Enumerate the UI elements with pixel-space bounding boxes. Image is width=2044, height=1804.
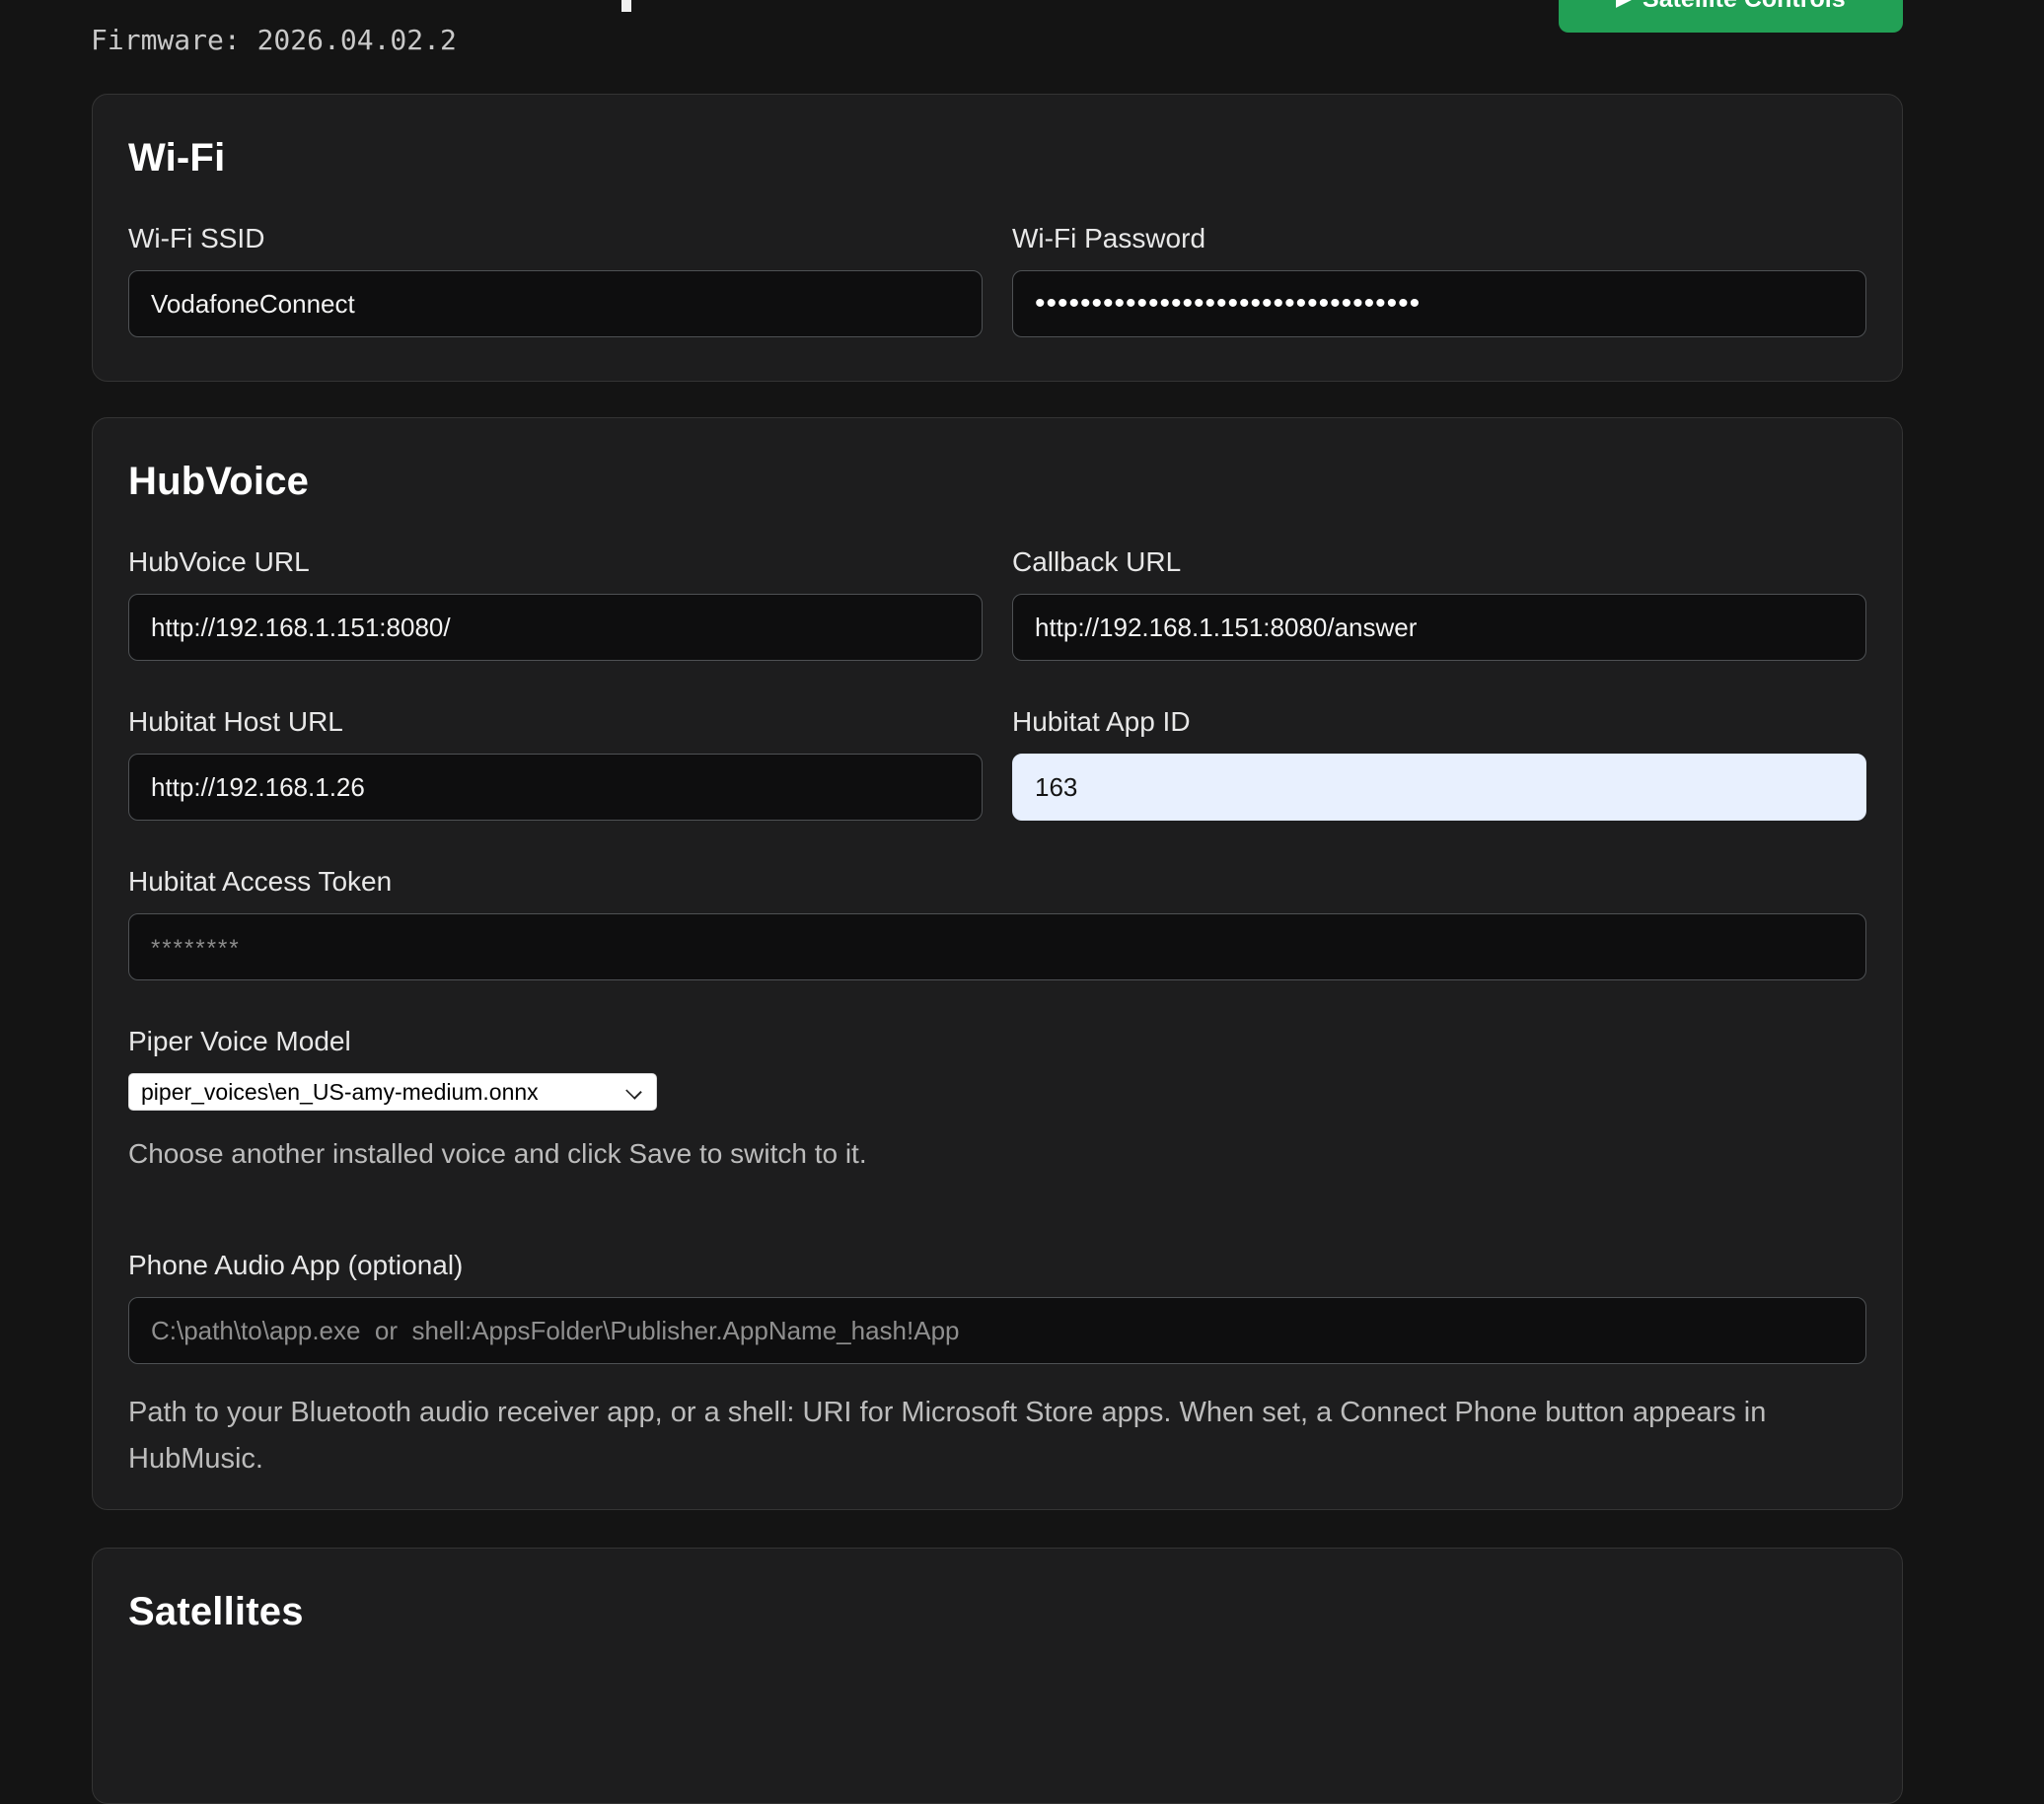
hubitat-app-id-field-group: Hubitat App ID xyxy=(1012,704,1866,821)
callback-url-label: Callback URL xyxy=(1012,544,1866,580)
wifi-password-input[interactable] xyxy=(1012,270,1866,337)
hubvoice-section-title: HubVoice xyxy=(128,456,1866,507)
hubitat-host-url-label: Hubitat Host URL xyxy=(128,704,983,740)
wifi-section-title: Wi-Fi xyxy=(128,132,1866,183)
hubitat-app-id-label: Hubitat App ID xyxy=(1012,704,1866,740)
satellite-controls-button[interactable]: ▶ Satellite Controls xyxy=(1559,0,1903,33)
piper-voice-model-select[interactable]: piper_voices\en_US-amy-medium.onnx xyxy=(128,1073,657,1111)
firmware-version: Firmware: 2026.04.02.2 xyxy=(91,24,457,56)
chevron-down-icon xyxy=(625,1083,642,1100)
hubvoice-url-label: HubVoice URL xyxy=(128,544,983,580)
hubvoice-section: HubVoice HubVoice URL Callback URL Hubit… xyxy=(92,417,1903,1510)
satellites-section: Satellites xyxy=(92,1548,1903,1804)
hubitat-access-token-label: Hubitat Access Token xyxy=(128,864,1866,900)
piper-voice-model-help-text: Choose another installed voice and click… xyxy=(128,1134,1866,1174)
hubitat-host-url-field-group: Hubitat Host URL xyxy=(128,704,983,821)
satellite-controls-label: Satellite Controls xyxy=(1642,0,1846,14)
wifi-password-label: Wi-Fi Password xyxy=(1012,221,1866,256)
phone-audio-app-label: Phone Audio App (optional) xyxy=(128,1248,1866,1283)
satellites-section-title: Satellites xyxy=(128,1586,1866,1637)
callback-url-input[interactable] xyxy=(1012,594,1866,661)
hubitat-host-url-input[interactable] xyxy=(128,754,983,821)
hubitat-app-id-input[interactable] xyxy=(1012,754,1866,821)
wifi-ssid-input[interactable] xyxy=(128,270,983,337)
phone-audio-app-help-text: Path to your Bluetooth audio receiver ap… xyxy=(128,1390,1866,1482)
hubitat-access-token-input[interactable] xyxy=(128,913,1866,980)
hubitat-access-token-field-group: Hubitat Access Token xyxy=(128,864,1866,980)
piper-voice-model-selected-option: piper_voices\en_US-amy-medium.onnx xyxy=(141,1079,539,1106)
play-icon: ▶ xyxy=(1616,0,1631,9)
callback-url-field-group: Callback URL xyxy=(1012,544,1866,661)
piper-voice-model-field-group: Piper Voice Model piper_voices\en_US-amy… xyxy=(128,1024,1866,1174)
piper-voice-model-label: Piper Voice Model xyxy=(128,1024,1866,1059)
wifi-password-field-group: Wi-Fi Password xyxy=(1012,221,1866,337)
hubvoice-url-input[interactable] xyxy=(128,594,983,661)
page-title-cutoff xyxy=(621,0,631,12)
wifi-section: Wi-Fi Wi-Fi SSID Wi-Fi Password xyxy=(92,94,1903,382)
hubvoice-url-field-group: HubVoice URL xyxy=(128,544,983,661)
wifi-ssid-label: Wi-Fi SSID xyxy=(128,221,983,256)
phone-audio-app-field-group: Phone Audio App (optional) Path to your … xyxy=(128,1248,1866,1482)
wifi-ssid-field-group: Wi-Fi SSID xyxy=(128,221,983,337)
phone-audio-app-input[interactable] xyxy=(128,1297,1866,1364)
